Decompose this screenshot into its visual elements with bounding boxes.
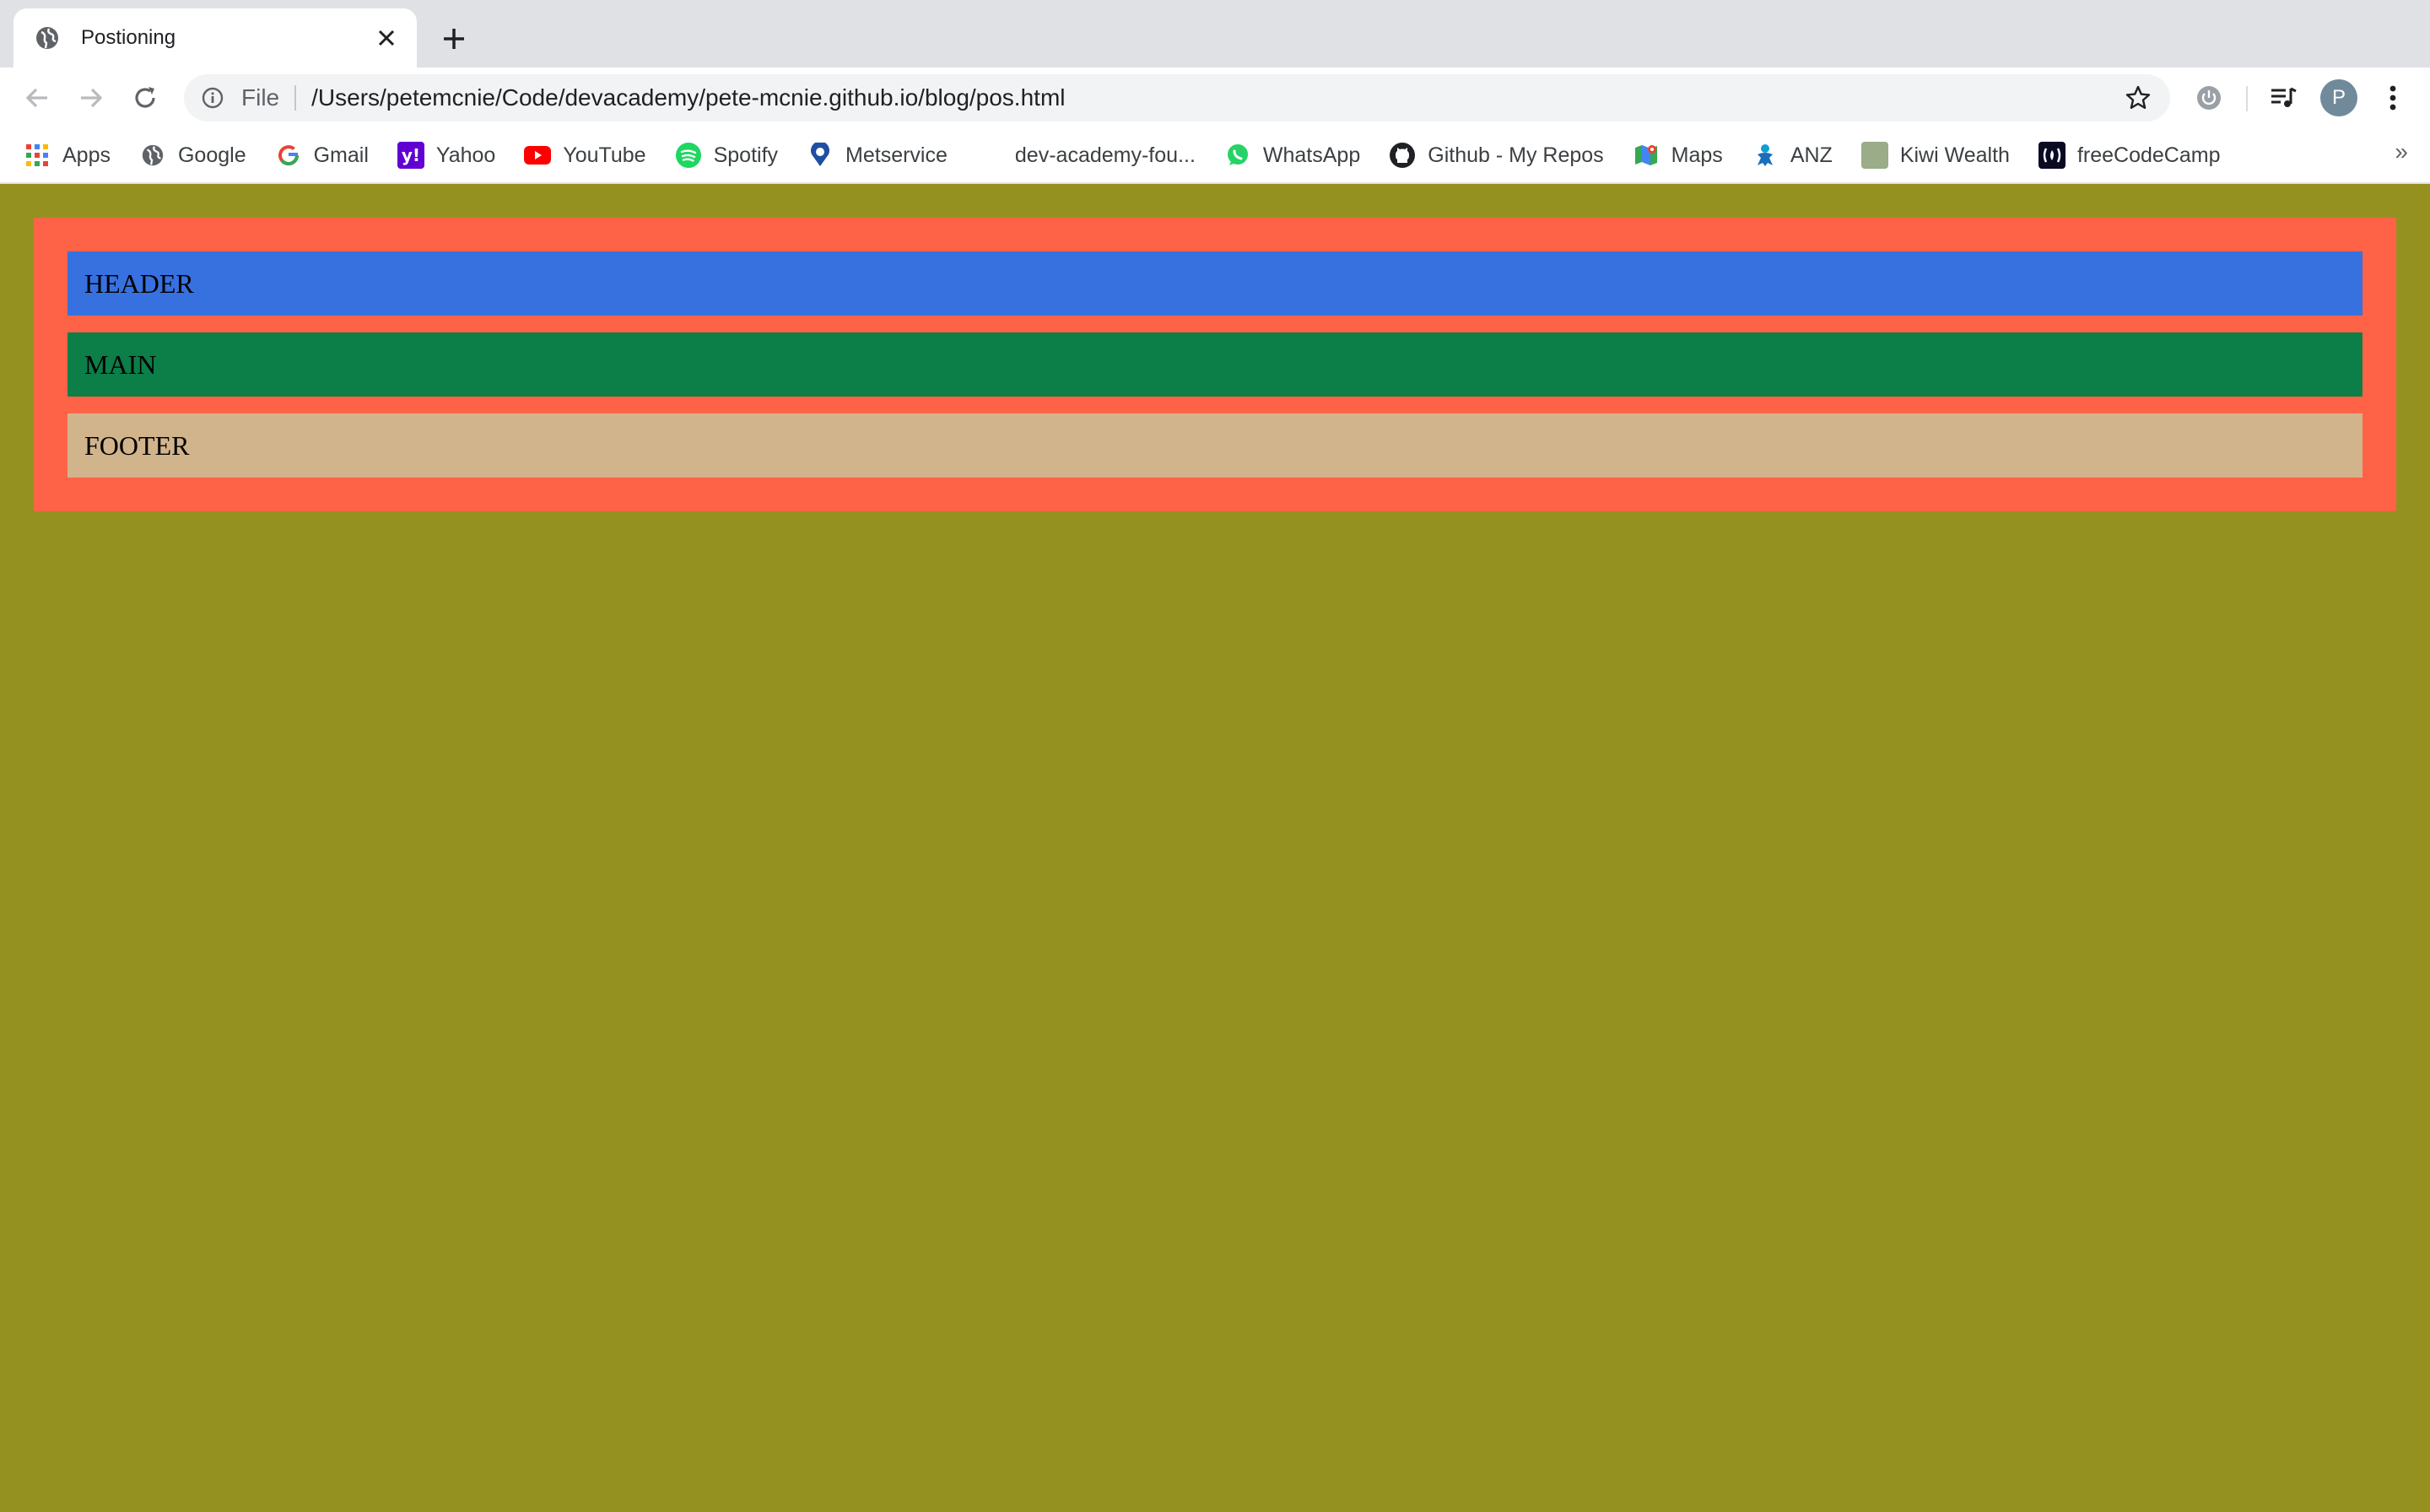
new-tab-button[interactable] (437, 22, 471, 56)
bookmark-yahoo[interactable]: y! Yahoo (397, 135, 495, 176)
metservice-icon (807, 142, 834, 169)
back-button[interactable] (19, 79, 56, 116)
freecodecamp-icon (2038, 142, 2066, 169)
star-icon[interactable] (2123, 83, 2153, 113)
whatsapp-icon (1224, 142, 1251, 169)
bookmark-label: WhatsApp (1262, 143, 1361, 167)
tab-active[interactable]: Postioning (14, 8, 417, 68)
toolbar-divider (2246, 86, 2248, 111)
bookmark-dev-academy[interactable]: dev-academy-fou... (976, 135, 1196, 176)
avatar: P (2320, 79, 2357, 116)
bookmark-anz[interactable]: ANZ (1752, 135, 1833, 176)
address-bar[interactable]: File /Users/petemcnie/Code/devacademy/pe… (184, 74, 2170, 122)
close-icon[interactable] (371, 23, 402, 53)
url-text[interactable]: /Users/petemcnie/Code/devacademy/pete-mc… (311, 84, 1065, 111)
bookmark-github[interactable]: Github - My Repos (1389, 135, 1604, 176)
arrow-left-icon (25, 88, 47, 108)
extension-power-icon[interactable] (2190, 79, 2228, 116)
main-label: MAIN (84, 348, 157, 380)
menu-kebab-icon[interactable] (2374, 79, 2411, 116)
page-header-block: HEADER (68, 251, 2362, 316)
anz-icon (1752, 142, 1779, 169)
bookmark-kiwi-wealth[interactable]: Kiwi Wealth (1860, 135, 2010, 176)
bookmark-freecodecamp[interactable]: freeCodeCamp (2038, 135, 2221, 176)
toolbar: File /Users/petemcnie/Code/devacademy/pe… (0, 68, 2430, 128)
bookmark-apps[interactable]: Apps (24, 135, 111, 176)
footer-label: FOOTER (84, 429, 190, 461)
tab-strip: Postioning (0, 0, 2430, 68)
bookmark-label: ANZ (1790, 143, 1833, 167)
bookmark-label: Metservice (845, 143, 948, 167)
bookmark-gmail[interactable]: Gmail (275, 135, 369, 176)
blank-icon (976, 142, 1003, 169)
bookmark-label: Maps (1671, 143, 1723, 167)
bookmark-label: Apps (62, 143, 111, 167)
bookmark-label: Yahoo (435, 143, 496, 167)
forward-button[interactable] (73, 79, 110, 116)
yahoo-icon: y! (397, 142, 424, 169)
bookmark-label: Kiwi Wealth (1899, 143, 2010, 167)
apps-grid-icon (24, 142, 51, 169)
arrow-right-icon (81, 88, 103, 108)
media-queue-icon[interactable] (2265, 79, 2302, 116)
tab-title: Postioning (81, 26, 176, 49)
info-icon[interactable] (199, 84, 226, 111)
bookmark-google[interactable]: Google (139, 135, 246, 176)
spotify-icon (675, 142, 702, 169)
page-main-block: MAIN (68, 332, 2362, 397)
bookmarks-overflow-button[interactable]: » (2395, 138, 2408, 165)
omnibox-separator (294, 85, 297, 111)
page-viewport: HEADER MAIN FOOTER (0, 184, 2430, 1512)
kiwi-wealth-icon (1860, 142, 1888, 169)
profile-avatar[interactable]: P (2320, 79, 2357, 116)
header-label: HEADER (84, 267, 194, 299)
page-footer-block: FOOTER (68, 413, 2362, 478)
bookmark-label: Gmail (313, 143, 369, 167)
bookmark-whatsapp[interactable]: WhatsApp (1224, 135, 1360, 176)
url-scheme-label: File (241, 84, 280, 111)
bookmark-label: dev-academy-fou... (1014, 143, 1196, 167)
globe-icon (139, 142, 166, 169)
page-container: HEADER MAIN FOOTER (34, 218, 2396, 511)
bookmark-label: YouTube (563, 143, 646, 167)
bookmark-spotify[interactable]: Spotify (675, 135, 778, 176)
browser-window: Postioning File /Users/petemcnie/Code/de… (0, 0, 2430, 1512)
reload-button[interactable] (127, 79, 164, 116)
bookmark-label: Github - My Repos (1428, 143, 1604, 167)
bookmark-maps[interactable]: Maps (1633, 135, 1723, 176)
globe-icon (34, 24, 61, 51)
bookmark-label: freeCodeCamp (2076, 143, 2221, 167)
bookmark-label: Google (177, 143, 246, 167)
youtube-icon (524, 142, 552, 169)
github-icon (1389, 142, 1416, 169)
bookmark-label: Spotify (713, 143, 779, 167)
plus-icon (444, 29, 464, 49)
bookmarks-bar: Apps Google Gmail y! Yahoo YouTube Spoti… (0, 128, 2430, 184)
reload-icon (135, 87, 155, 108)
bookmark-metservice[interactable]: Metservice (807, 135, 948, 176)
google-g-icon (275, 142, 302, 169)
maps-icon (1633, 142, 1660, 169)
bookmark-youtube[interactable]: YouTube (524, 135, 646, 176)
